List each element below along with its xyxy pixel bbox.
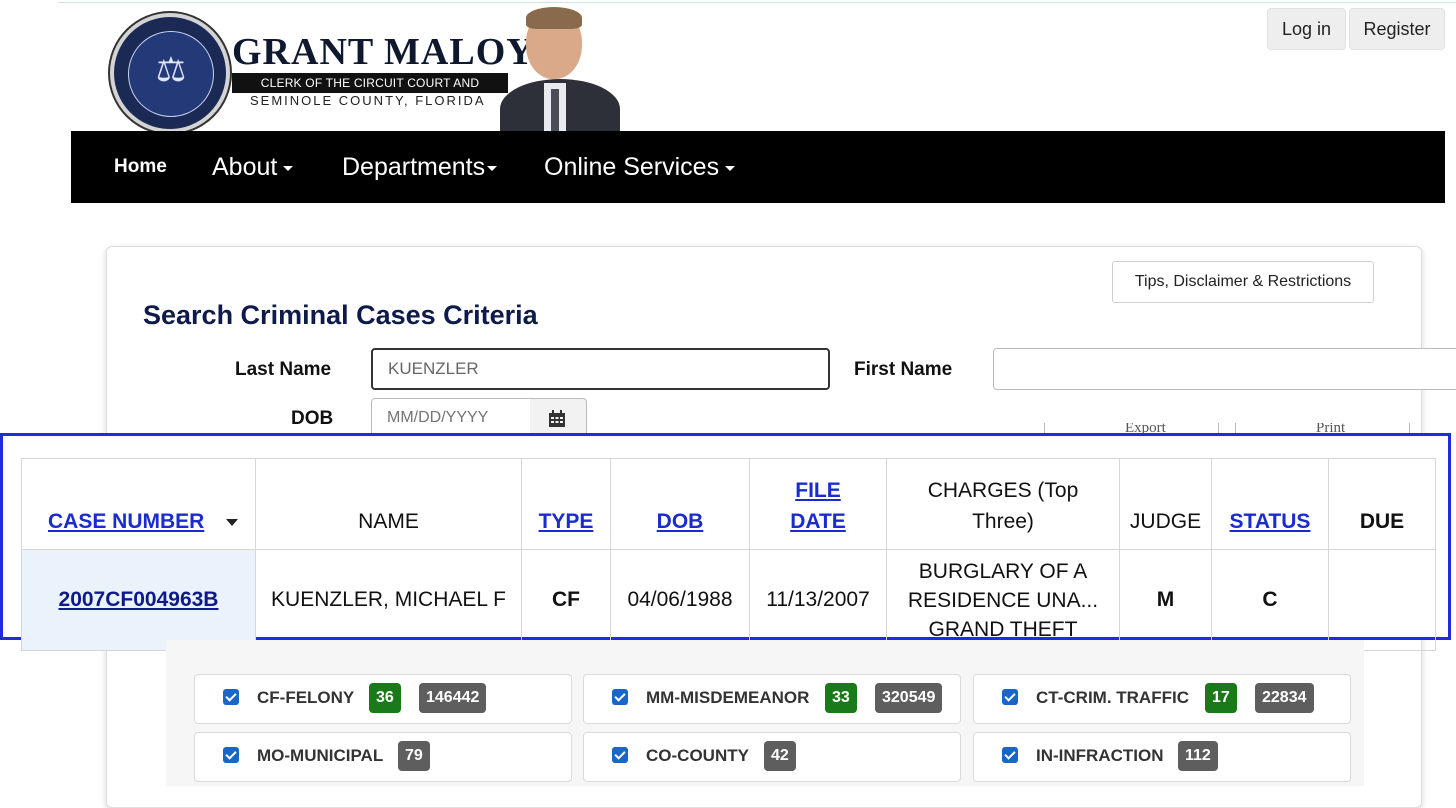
top-divider xyxy=(58,2,1456,3)
col-header-name: NAME xyxy=(255,458,522,550)
results-highlight: CASE NUMBER NAME TYPE DOB FILE DATE CHAR… xyxy=(0,433,1451,651)
total-badge: 79 xyxy=(398,741,430,771)
case-number-header-label: CASE NUMBER xyxy=(48,510,205,533)
filter-in-infraction[interactable]: IN-INFRACTION 112 xyxy=(973,732,1351,782)
brand-name[interactable]: GRANT MALOY xyxy=(232,30,535,74)
page-title: Search Criminal Cases Criteria xyxy=(143,300,538,330)
filter-ct-crim-traffic[interactable]: CT-CRIM. TRAFFIC 17 22834 xyxy=(973,674,1351,724)
checkbox-checked[interactable] xyxy=(1002,747,1018,763)
total-badge: 146442 xyxy=(419,683,487,713)
nav-departments[interactable]: Departments xyxy=(342,131,498,203)
filter-co-county[interactable]: CO-COUNTY 42 xyxy=(583,732,961,782)
tips-disclaimer-button[interactable]: Tips, Disclaimer & Restrictions xyxy=(1112,261,1374,303)
col-header-type[interactable]: TYPE xyxy=(521,458,611,550)
filter-cf-felony[interactable]: CF-FELONY 36 146442 xyxy=(194,674,572,724)
dob-label: DOB xyxy=(291,408,334,429)
nav-departments-label: Departments xyxy=(342,153,486,181)
clerk-portrait xyxy=(500,7,620,131)
filter-label: CF-FELONY xyxy=(257,688,355,707)
filter-label: CT-CRIM. TRAFFIC xyxy=(1036,688,1189,707)
case-type-filters: CF-FELONY 36 146442 MM-MISDEMEANOR 33 32… xyxy=(166,640,1364,786)
login-button[interactable]: Log in xyxy=(1267,8,1346,50)
dob-input[interactable] xyxy=(371,398,531,438)
chevron-down-icon xyxy=(725,165,736,171)
case-number-link[interactable]: 2007CF004963B xyxy=(59,588,219,611)
nav-online-services-label: Online Services xyxy=(544,153,720,181)
results-table: CASE NUMBER NAME TYPE DOB FILE DATE CHAR… xyxy=(21,458,1436,651)
first-name-input[interactable] xyxy=(993,348,1456,390)
col-header-case-number[interactable]: CASE NUMBER xyxy=(21,458,256,550)
register-button[interactable]: Register xyxy=(1349,8,1445,50)
total-badge: 112 xyxy=(1178,741,1218,771)
col-header-charges: CHARGES (Top Three) xyxy=(886,458,1120,550)
filter-mo-municipal[interactable]: MO-MUNICIPAL 79 xyxy=(194,732,572,782)
checkbox-checked[interactable] xyxy=(612,747,628,763)
scales-of-justice-icon: ⚖ xyxy=(128,31,214,117)
brand-county: SEMINOLE COUNTY, FLORIDA xyxy=(250,93,486,108)
last-name-input[interactable] xyxy=(371,348,830,390)
first-name-label: First Name xyxy=(854,359,953,380)
clerk-seal-logo[interactable]: ⚖ xyxy=(110,13,230,133)
calendar-icon xyxy=(549,410,565,427)
nav-home[interactable]: Home xyxy=(114,131,167,203)
count-badge: 17 xyxy=(1205,683,1237,713)
filter-mm-misdemeanor[interactable]: MM-MISDEMEANOR 33 320549 xyxy=(583,674,961,724)
dob-cell: 04/06/1988 xyxy=(610,549,750,651)
case-number-cell: 2007CF004963B xyxy=(21,549,256,651)
col-header-status[interactable]: STATUS xyxy=(1211,458,1329,550)
count-badge: 33 xyxy=(825,683,857,713)
count-badge: 36 xyxy=(369,683,401,713)
status-cell: C xyxy=(1211,549,1329,651)
due-cell xyxy=(1328,549,1436,651)
judge-cell: M xyxy=(1119,549,1212,651)
name-cell: KUENZLER, MICHAEL F xyxy=(255,549,522,651)
chevron-down-icon xyxy=(283,165,294,171)
brand-subtitle: CLERK OF THE CIRCUIT COURT AND COMPTROLL… xyxy=(232,73,508,110)
type-cell: CF xyxy=(521,549,611,651)
checkbox-checked[interactable] xyxy=(612,689,628,705)
total-badge: 22834 xyxy=(1255,683,1314,713)
chevron-down-icon xyxy=(487,165,498,171)
total-badge: 42 xyxy=(764,741,796,771)
col-header-judge: JUDGE xyxy=(1119,458,1212,550)
col-header-dob[interactable]: DOB xyxy=(610,458,750,550)
nav-about[interactable]: About xyxy=(212,131,294,203)
table-row: 2007CF004963B KUENZLER, MICHAEL F CF 04/… xyxy=(21,549,1436,651)
filter-label: IN-INFRACTION xyxy=(1036,746,1164,765)
charge-item: BURGLARY OF A RESIDENCE UNA... xyxy=(907,559,1099,612)
filter-label: MM-MISDEMEANOR xyxy=(646,688,810,707)
nav-about-label: About xyxy=(212,153,278,181)
checkbox-checked[interactable] xyxy=(223,747,239,763)
checkbox-checked[interactable] xyxy=(1002,689,1018,705)
charges-cell: BURGLARY OF A RESIDENCE UNA... GRAND THE… xyxy=(886,549,1120,651)
filter-label: MO-MUNICIPAL xyxy=(257,746,384,765)
col-header-file-date[interactable]: FILE DATE xyxy=(749,458,887,550)
last-name-label: Last Name xyxy=(235,359,332,380)
nav-online-services[interactable]: Online Services xyxy=(544,131,736,203)
filter-label: CO-COUNTY xyxy=(646,746,749,765)
checkbox-checked[interactable] xyxy=(223,689,239,705)
main-navbar: Home About Departments Online Services xyxy=(71,131,1445,203)
total-badge: 320549 xyxy=(875,683,943,713)
col-header-due: DUE xyxy=(1328,458,1436,550)
sort-desc-icon xyxy=(226,518,239,526)
file-date-cell: 11/13/2007 xyxy=(749,549,887,651)
